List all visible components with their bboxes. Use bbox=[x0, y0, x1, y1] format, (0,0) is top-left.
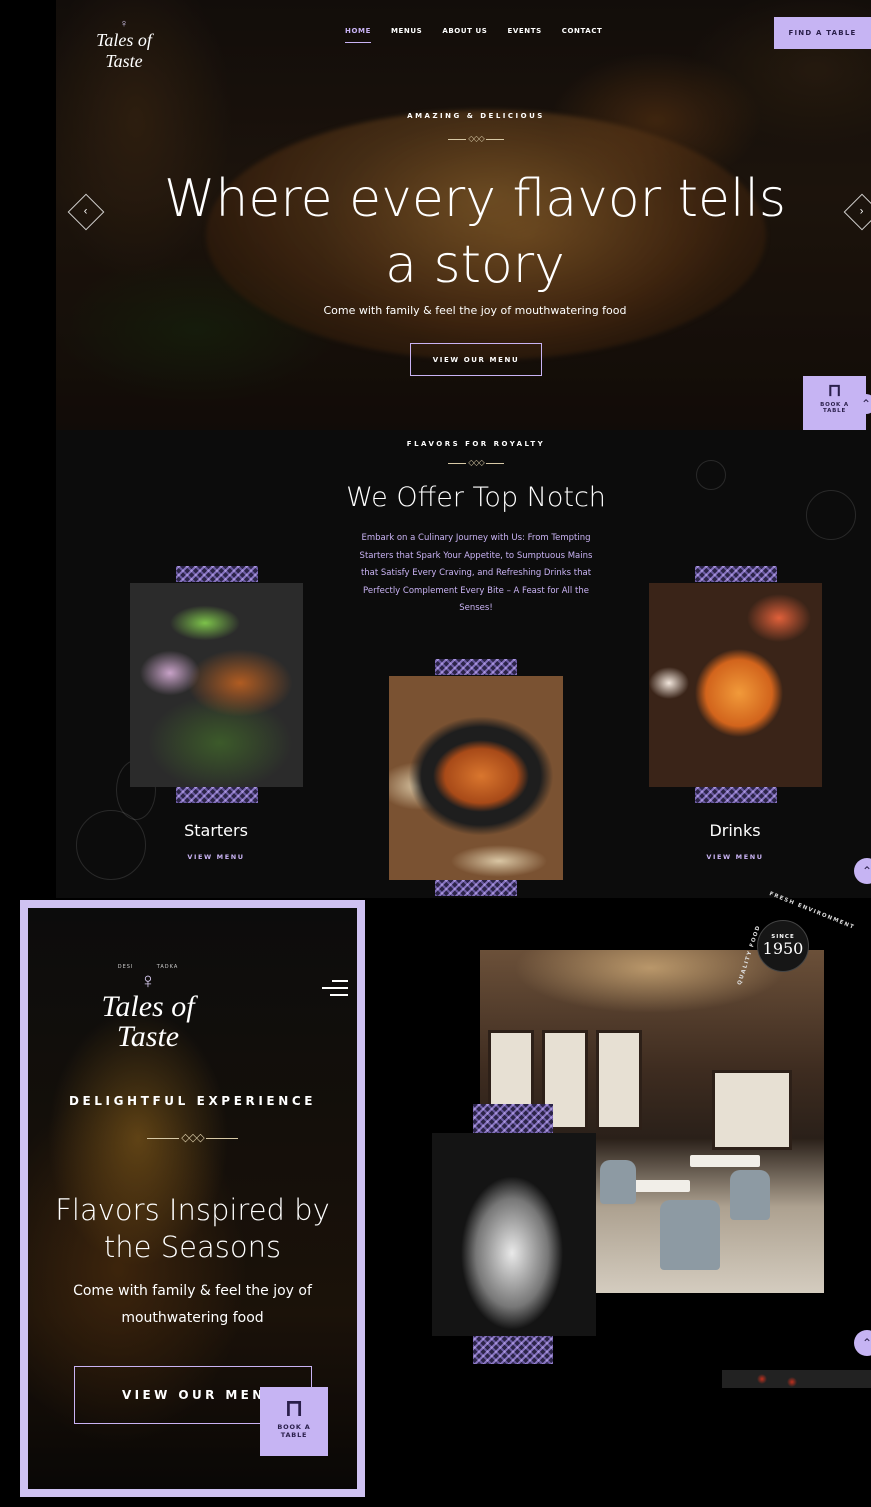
hero-eyebrow: AMAZING & DELICIOUS bbox=[407, 112, 545, 120]
pattern-strip bbox=[473, 1104, 553, 1134]
chef-image bbox=[432, 1133, 596, 1336]
starters-label: Starters bbox=[184, 821, 248, 840]
starters-view-menu-link[interactable]: VIEW MENU bbox=[130, 853, 302, 861]
since-badge: SINCE 1950 bbox=[757, 920, 809, 972]
pattern-strip bbox=[176, 787, 258, 803]
ornament-divider: ◇◇◇ bbox=[140, 1133, 245, 1144]
mobile-logo[interactable]: DESI TADKA ♀ Tales of Taste bbox=[80, 964, 216, 1052]
scroll-up-button[interactable]: ⌃ bbox=[856, 394, 871, 414]
pattern-strip bbox=[695, 787, 777, 803]
hamburger-menu-icon[interactable] bbox=[322, 980, 348, 1001]
pattern-strip bbox=[473, 1336, 553, 1364]
drinks-view-menu-link[interactable]: VIEW MENU bbox=[649, 853, 821, 861]
food-image-strip bbox=[722, 1370, 871, 1388]
offer-title: We Offer Top Notch bbox=[346, 482, 606, 513]
mains-image[interactable] bbox=[389, 676, 563, 880]
pattern-strip bbox=[435, 659, 517, 675]
main-nav: HOME MENUS ABOUT US EVENTS CONTACT bbox=[345, 27, 602, 43]
offer-description: Embark on a Culinary Journey with Us: Fr… bbox=[359, 533, 593, 613]
drinks-image[interactable] bbox=[649, 583, 822, 787]
mobile-title: Flavors Inspired by the Seasons bbox=[55, 1193, 330, 1264]
pattern-strip bbox=[695, 566, 777, 582]
chevron-up-icon: ⌃ bbox=[861, 1336, 871, 1350]
offer-eyebrow: FLAVORS FOR ROYALTY bbox=[406, 440, 546, 448]
chevron-up-icon: ⌃ bbox=[861, 864, 871, 878]
mobile-subtitle: Come with family & feel the joy of mouth… bbox=[73, 1283, 312, 1326]
drinks-label: Drinks bbox=[709, 821, 761, 840]
mobile-book-table-badge[interactable]: ⊓ BOOK A TABLE bbox=[260, 1387, 328, 1456]
spoon-icon: ♀ bbox=[139, 968, 157, 993]
pattern-strip bbox=[176, 566, 258, 582]
nav-home[interactable]: HOME bbox=[345, 27, 371, 43]
chevron-left-icon: ‹ bbox=[84, 205, 88, 218]
nav-about[interactable]: ABOUT US bbox=[442, 27, 487, 43]
mobile-eyebrow: DELIGHTFUL EXPERIENCE bbox=[68, 1094, 317, 1108]
site-logo[interactable]: ♀ Tales of Taste bbox=[84, 18, 164, 71]
hero-title: Where every flavor tells a story bbox=[163, 169, 787, 295]
table-chairs-icon: ⊓ bbox=[827, 380, 842, 401]
nav-events[interactable]: EVENTS bbox=[507, 27, 541, 43]
nav-menus[interactable]: MENUS bbox=[391, 27, 422, 43]
spoon-icon: ♀ bbox=[119, 18, 129, 30]
ornament-divider: ◇◇◇ bbox=[446, 134, 506, 144]
find-table-button[interactable]: FIND A TABLE bbox=[774, 17, 871, 49]
chevron-right-icon: › bbox=[860, 205, 864, 218]
nav-contact[interactable]: CONTACT bbox=[562, 27, 603, 43]
mobile-preview: DESI TADKA ♀ Tales of Taste DELIGHTFUL E… bbox=[20, 900, 365, 1497]
starters-image[interactable] bbox=[130, 583, 303, 787]
hero-subtitle: Come with family & feel the joy of mouth… bbox=[323, 304, 627, 317]
table-chairs-icon: ⊓ bbox=[284, 1394, 304, 1422]
logo-text: Tales of Taste bbox=[96, 30, 152, 71]
ornament-divider: ◇◇◇ bbox=[446, 458, 506, 468]
view-menu-button[interactable]: VIEW OUR MENU bbox=[410, 343, 542, 376]
pattern-strip bbox=[435, 880, 517, 896]
chevron-up-icon: ⌃ bbox=[860, 397, 871, 411]
